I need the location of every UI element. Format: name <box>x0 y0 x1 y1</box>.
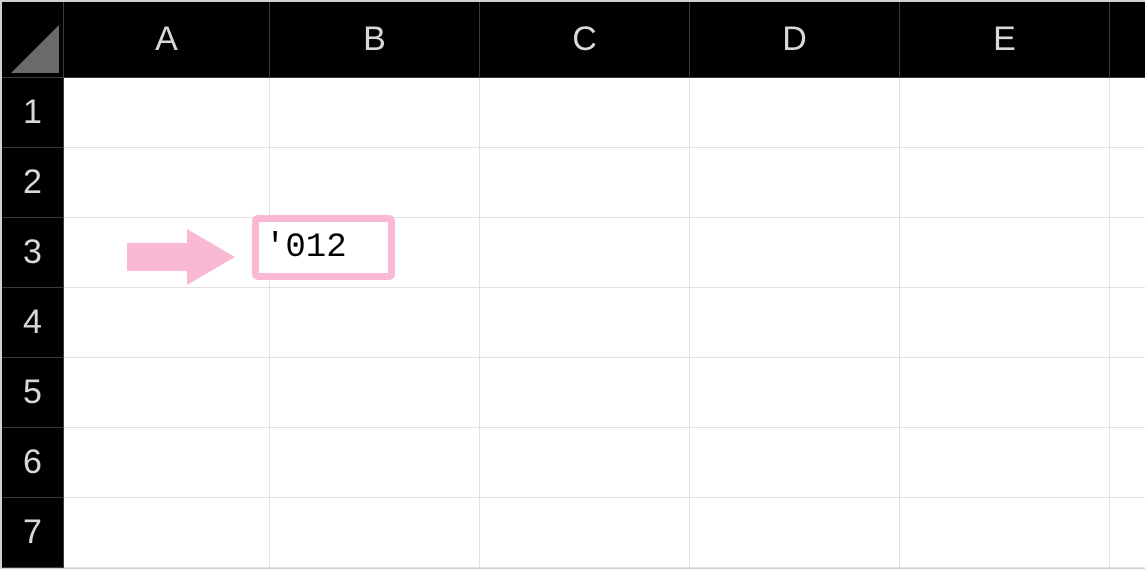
cell-A4[interactable] <box>64 288 270 358</box>
cell-C3[interactable] <box>480 218 690 288</box>
cell-C4[interactable] <box>480 288 690 358</box>
select-all-triangle-icon <box>11 25 59 73</box>
cell-E1[interactable] <box>900 78 1110 148</box>
cell-E6[interactable] <box>900 428 1110 498</box>
row-header-2[interactable]: 2 <box>2 148 64 218</box>
cell-D7[interactable] <box>690 498 900 568</box>
cell-B1[interactable] <box>270 78 480 148</box>
row-header-1[interactable]: 1 <box>2 78 64 148</box>
cell-E2[interactable] <box>900 148 1110 218</box>
cell-A5[interactable] <box>64 358 270 428</box>
cell-E4[interactable] <box>900 288 1110 358</box>
cell-D6[interactable] <box>690 428 900 498</box>
cell-D3[interactable] <box>690 218 900 288</box>
cell-D5[interactable] <box>690 358 900 428</box>
cell-overflow-2[interactable] <box>1110 148 1145 218</box>
grid: A B C D E 1 2 3 4 <box>2 2 1143 568</box>
col-header-E[interactable]: E <box>900 2 1110 78</box>
cell-overflow-4[interactable] <box>1110 288 1145 358</box>
cell-overflow-5[interactable] <box>1110 358 1145 428</box>
cell-A7[interactable] <box>64 498 270 568</box>
cell-A1[interactable] <box>64 78 270 148</box>
col-header-overflow[interactable] <box>1110 2 1145 78</box>
row-header-4[interactable]: 4 <box>2 288 64 358</box>
cell-overflow-7[interactable] <box>1110 498 1145 568</box>
cell-A3[interactable] <box>64 218 270 288</box>
cell-B6[interactable] <box>270 428 480 498</box>
cell-D2[interactable] <box>690 148 900 218</box>
cell-B7[interactable] <box>270 498 480 568</box>
cell-D1[interactable] <box>690 78 900 148</box>
cell-B4[interactable] <box>270 288 480 358</box>
cell-C1[interactable] <box>480 78 690 148</box>
cell-C2[interactable] <box>480 148 690 218</box>
cell-overflow-3[interactable] <box>1110 218 1145 288</box>
row-header-6[interactable]: 6 <box>2 428 64 498</box>
cell-E7[interactable] <box>900 498 1110 568</box>
col-header-C[interactable]: C <box>480 2 690 78</box>
cell-B3[interactable] <box>270 218 480 288</box>
cell-B5[interactable] <box>270 358 480 428</box>
cell-C7[interactable] <box>480 498 690 568</box>
cell-C6[interactable] <box>480 428 690 498</box>
cell-A2[interactable] <box>64 148 270 218</box>
col-header-A[interactable]: A <box>64 2 270 78</box>
cell-A6[interactable] <box>64 428 270 498</box>
spreadsheet: A B C D E 1 2 3 4 <box>2 2 1143 567</box>
col-header-B[interactable]: B <box>270 2 480 78</box>
row-header-5[interactable]: 5 <box>2 358 64 428</box>
cell-E3[interactable] <box>900 218 1110 288</box>
cell-E5[interactable] <box>900 358 1110 428</box>
col-header-D[interactable]: D <box>690 2 900 78</box>
cell-overflow-1[interactable] <box>1110 78 1145 148</box>
row-header-3[interactable]: 3 <box>2 218 64 288</box>
row-header-7[interactable]: 7 <box>2 498 64 568</box>
cell-C5[interactable] <box>480 358 690 428</box>
cell-B2[interactable] <box>270 148 480 218</box>
cell-overflow-6[interactable] <box>1110 428 1145 498</box>
select-all-corner[interactable] <box>2 2 64 78</box>
cell-D4[interactable] <box>690 288 900 358</box>
